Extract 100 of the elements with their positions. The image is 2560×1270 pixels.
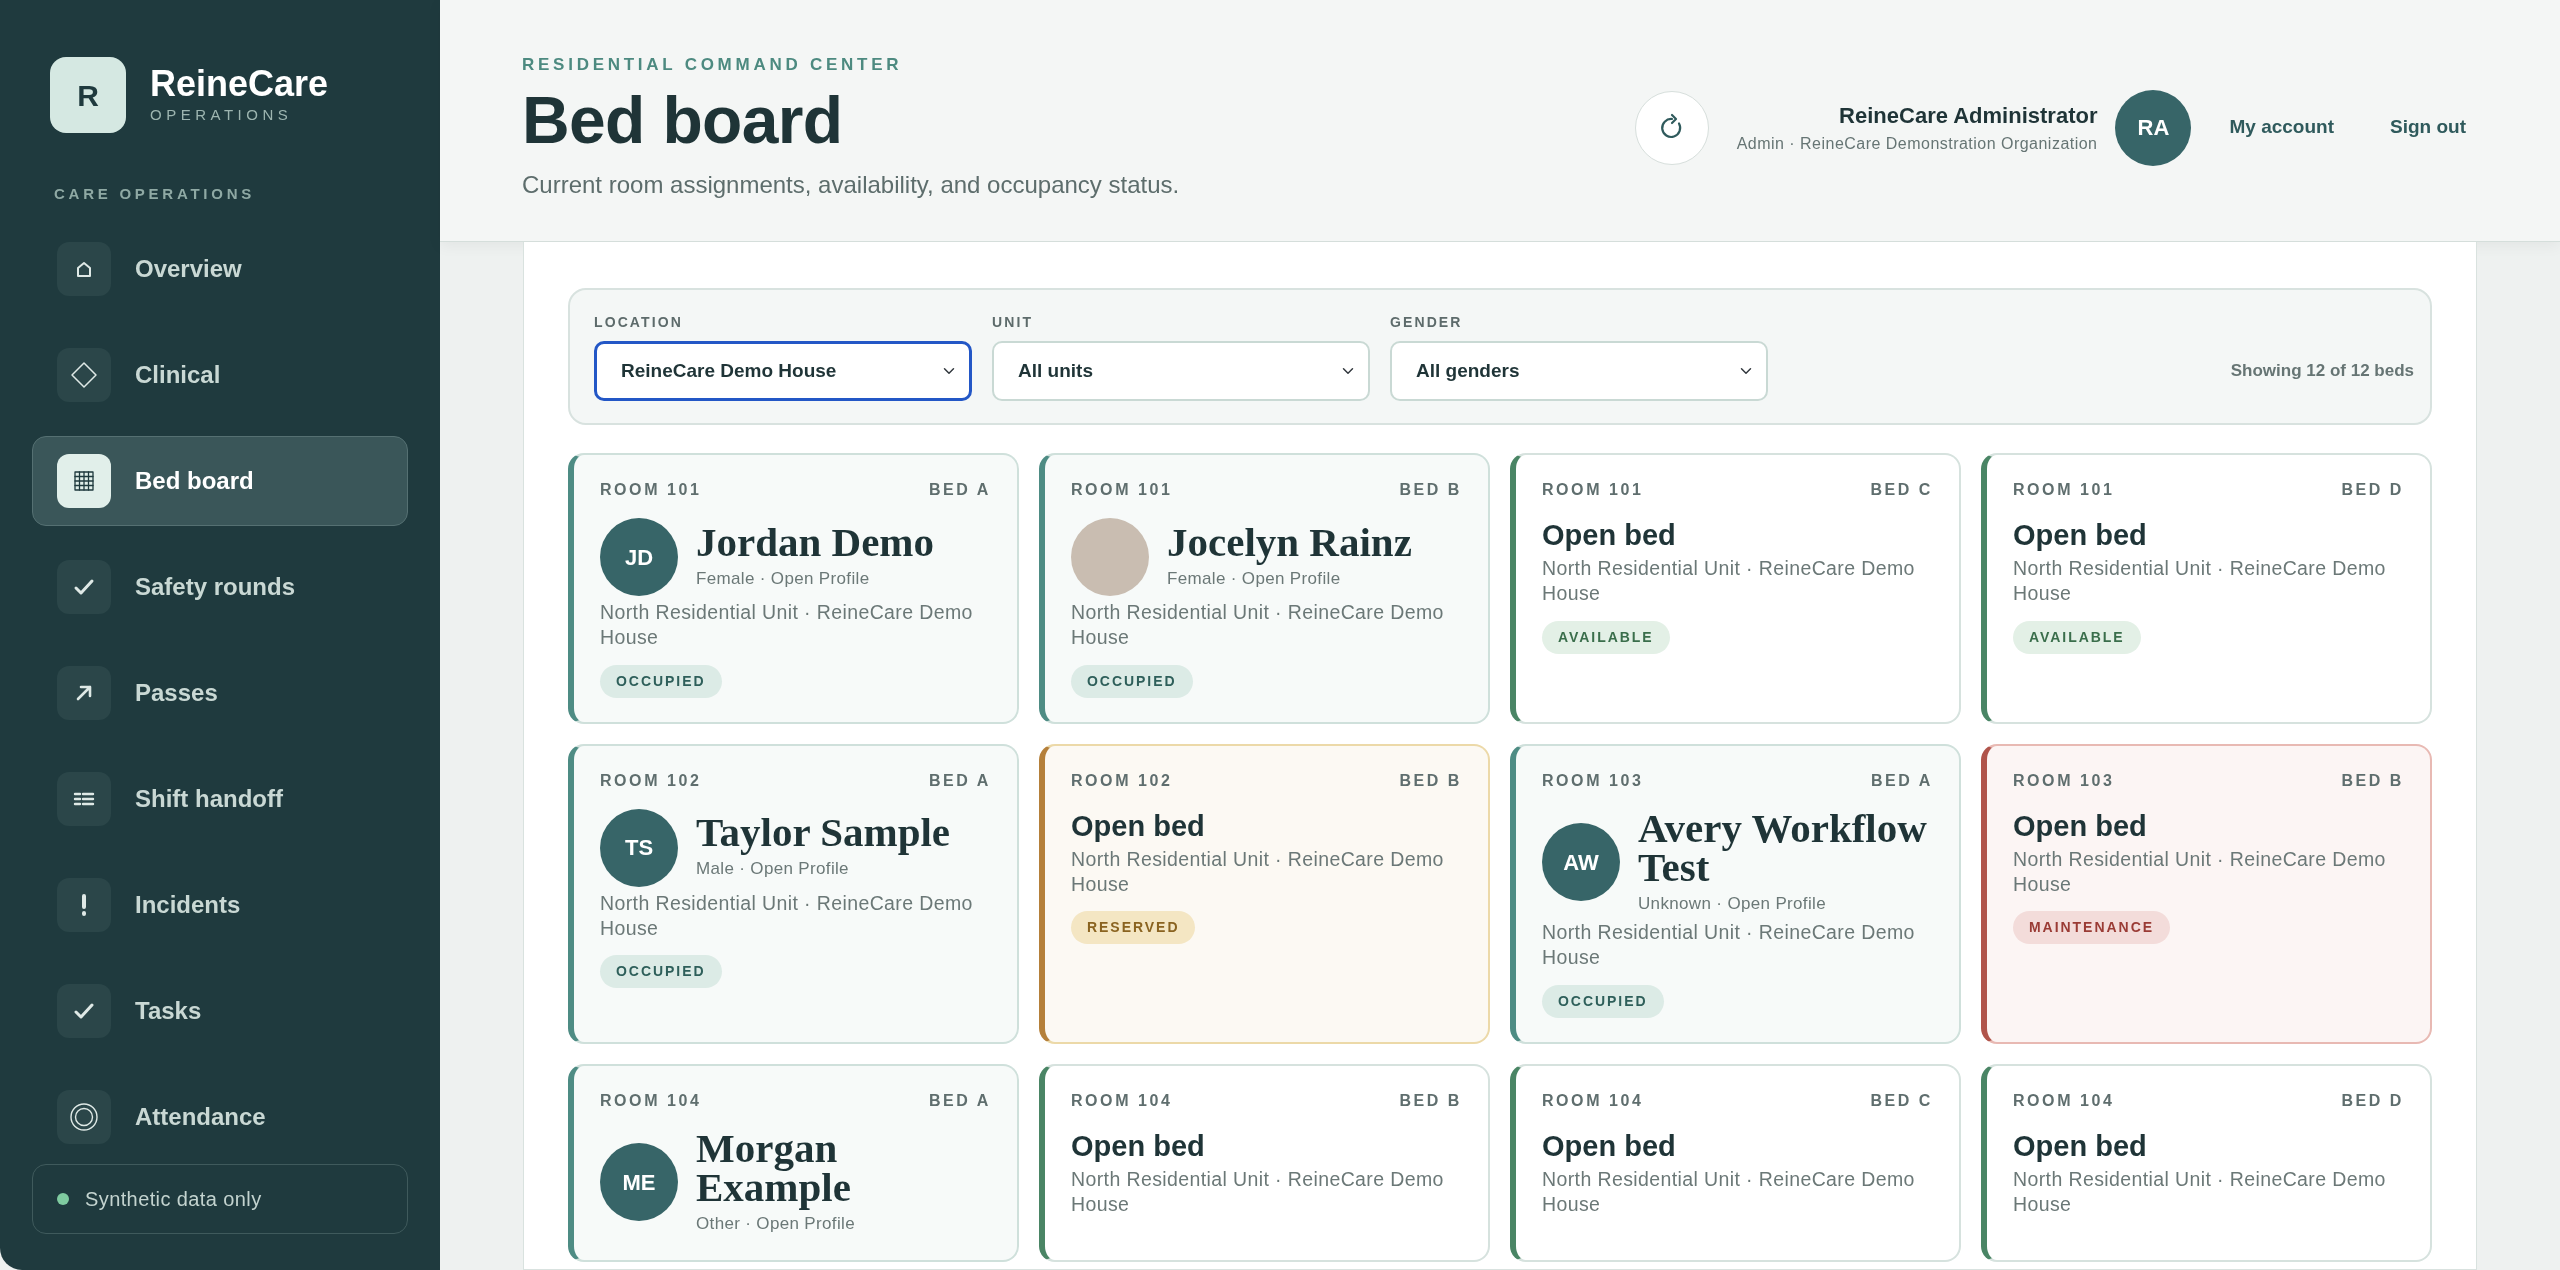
- sidebar-item[interactable]: Clinical: [32, 329, 408, 420]
- room-label: ROOM 101: [1071, 480, 1173, 500]
- room-label: ROOM 103: [1542, 770, 1644, 791]
- checkmark-icon: [57, 983, 111, 1038]
- resident-name: Avery Workflow Test: [1638, 808, 1928, 887]
- resident-details: Female · Open Profile: [1167, 567, 1342, 590]
- status-tag: OCCUPIED: [1542, 984, 1664, 1018]
- status-dot: [57, 1193, 69, 1205]
- filter-label: GENDER: [1390, 313, 1464, 332]
- brand-tagline: OPERATIONS: [150, 104, 294, 125]
- checkmark-icon: [57, 559, 111, 614]
- bed-card[interactable]: ROOM 104 BED C Open bed North Residential Unit · ReineCare Demo House: [1510, 1063, 1961, 1263]
- page-title: Bed board: [522, 83, 844, 157]
- resident-avatar: JD: [600, 518, 678, 596]
- bed-title: Open bed: [1071, 1130, 1206, 1163]
- sidebar-item[interactable]: Incidents: [32, 859, 408, 950]
- filter-dropdown[interactable]: All units: [992, 341, 1370, 401]
- status-tag: OCCUPIED: [600, 664, 722, 698]
- sidebar-item[interactable]: Tasks: [32, 965, 408, 1056]
- grid-icon: [57, 453, 111, 508]
- bed-card[interactable]: ROOM 104 BED A ME Morgan Example Other · Open Profile: [568, 1063, 1019, 1263]
- bed-card[interactable]: ROOM 104 BED B Open bed North Residential Unit · ReineCare Demo House: [1039, 1063, 1490, 1263]
- filter-label: LOCATION: [594, 313, 684, 332]
- notice-text: Synthetic data only: [85, 1187, 262, 1212]
- bed-title: Open bed: [2013, 520, 2148, 552]
- room-label: ROOM 104: [2013, 1090, 2115, 1111]
- filter-dropdown[interactable]: ReineCare Demo House: [594, 341, 972, 401]
- resident-details: Other · Open Profile: [696, 1212, 856, 1235]
- bed-location: North Residential Unit · ReineCare Demo House: [1071, 600, 1445, 651]
- page-eyebrow: RESIDENTIAL COMMAND CENTER: [522, 54, 904, 77]
- bed-location: North Residential Unit · ReineCare Demo House: [2013, 555, 2387, 607]
- bed-location: North Residential Unit · ReineCare Demo House: [600, 600, 974, 651]
- resident-avatar: TS: [600, 808, 678, 887]
- bed-label: BED D: [2341, 480, 2404, 500]
- resident-details: Male · Open Profile: [696, 858, 850, 881]
- resident-details: Unknown · Open Profile: [1638, 892, 1827, 915]
- sidebar-item[interactable]: Safety rounds: [32, 541, 408, 632]
- bed-location: North Residential Unit · ReineCare Demo House: [2013, 846, 2387, 897]
- bed-title: Open bed: [2013, 810, 2148, 843]
- room-label: ROOM 104: [1071, 1090, 1173, 1111]
- exclamation-icon: [57, 877, 111, 932]
- room-label: ROOM 102: [1071, 770, 1173, 791]
- bed-label: BED A: [929, 1090, 991, 1111]
- bed-label: BED B: [1399, 1090, 1462, 1111]
- section-label: CARE OPERATIONS: [53, 184, 256, 204]
- bed-title: Open bed: [1071, 810, 1206, 843]
- bed-label: BED D: [2341, 1090, 2404, 1111]
- resident-name: Taylor Sample: [696, 813, 951, 853]
- bed-label: BED B: [1399, 480, 1462, 500]
- header-link[interactable]: My account: [2229, 113, 2334, 142]
- bed-location: North Residential Unit · ReineCare Demo House: [1071, 1166, 1445, 1217]
- bed-location: North Residential Unit · ReineCare Demo House: [600, 890, 974, 942]
- bed-card[interactable]: ROOM 103 BED B Open bed North Residential Unit · ReineCare Demo House MAINTENANCE: [1981, 743, 2432, 1044]
- bed-location: North Residential Unit · ReineCare Demo House: [1071, 846, 1445, 897]
- page-subtitle: Current room assignments, availability, and occupancy status.: [522, 169, 1180, 200]
- target-icon: [57, 1089, 111, 1144]
- sidebar-item[interactable]: Bed board: [32, 435, 408, 526]
- resident-name: Jordan Demo: [696, 522, 934, 562]
- user-name: ReineCare Administrator: [1838, 102, 2098, 130]
- brand-name: ReineCare: [150, 63, 329, 104]
- bed-card[interactable]: ROOM 102 BED A TS Taylor Sample Male · Open Profile North Residential Unit · ReineCare Demo House OCCUPIED: [568, 743, 1019, 1044]
- resident-avatar: AW: [1542, 823, 1620, 902]
- bed-card[interactable]: ROOM 102 BED B Open bed North Residential Unit · ReineCare Demo House RESERVED: [1039, 743, 1490, 1044]
- bed-label: BED A: [929, 480, 991, 500]
- resident-avatar: ME: [600, 1143, 678, 1222]
- header-link[interactable]: Sign out: [2390, 113, 2466, 142]
- bed-title: Open bed: [2013, 1130, 2148, 1163]
- status-tag: RESERVED: [1071, 911, 1196, 945]
- result-count: Showing 12 of 12 beds: [2230, 359, 2414, 382]
- sidebar-item[interactable]: Overview: [32, 223, 408, 314]
- sidebar-item[interactable]: Attendance: [32, 1071, 408, 1162]
- status-tag: OCCUPIED: [1071, 664, 1193, 698]
- status-tag: AVAILABLE: [1542, 620, 1670, 654]
- bed-location: North Residential Unit · ReineCare Demo House: [1542, 1166, 1916, 1217]
- status-tag: OCCUPIED: [600, 955, 722, 989]
- bed-title: Open bed: [1542, 1130, 1677, 1163]
- bed-location: North Residential Unit · ReineCare Demo House: [2013, 1166, 2387, 1217]
- bed-card[interactable]: ROOM 101 BED A JD Jordan Demo Female · Open Profile North Residential Unit · ReineCare Demo House OCCUPIED: [568, 453, 1019, 724]
- bed-label: BED C: [1870, 1090, 1933, 1111]
- bed-label: BED A: [929, 770, 991, 791]
- room-label: ROOM 101: [2013, 480, 2115, 500]
- sidebar-item[interactable]: Passes: [32, 647, 408, 738]
- user-role: Admin · ReineCare Demonstration Organization: [1736, 134, 2098, 154]
- bed-card[interactable]: ROOM 101 BED D Open bed North Residential Unit · ReineCare Demo House AVAILABLE: [1981, 453, 2432, 724]
- filter-dropdown[interactable]: All genders: [1390, 341, 1768, 401]
- bed-location: North Residential Unit · ReineCare Demo House: [1542, 920, 1916, 971]
- bed-label: BED B: [2341, 770, 2404, 791]
- bed-card[interactable]: ROOM 103 BED A AW Avery Workflow Test Unknown · Open Profile North Residential Unit · ReineCare Demo House OCCUPIED: [1510, 743, 1961, 1044]
- sidebar-item[interactable]: Shift handoff: [32, 753, 408, 844]
- logo-tile: R: [50, 57, 126, 133]
- bed-card[interactable]: ROOM 101 BED C Open bed North Residential Unit · ReineCare Demo House AVAILABLE: [1510, 453, 1961, 724]
- room-label: ROOM 101: [600, 480, 702, 500]
- room-label: ROOM 101: [1542, 480, 1644, 500]
- bed-card[interactable]: ROOM 104 BED D Open bed North Residential Unit · ReineCare Demo House: [1981, 1063, 2432, 1263]
- bed-location: North Residential Unit · ReineCare Demo House: [1542, 555, 1916, 607]
- bed-label: BED C: [1870, 480, 1933, 500]
- user-avatar: RA: [2115, 89, 2192, 166]
- status-tag: MAINTENANCE: [2013, 911, 2170, 945]
- bed-title: Open bed: [1542, 520, 1677, 552]
- bed-card[interactable]: ROOM 101 BED B Jocelyn Rainz Female · Open Profile North Residential Unit · ReineCare Demo House OCCUPIED: [1039, 453, 1490, 724]
